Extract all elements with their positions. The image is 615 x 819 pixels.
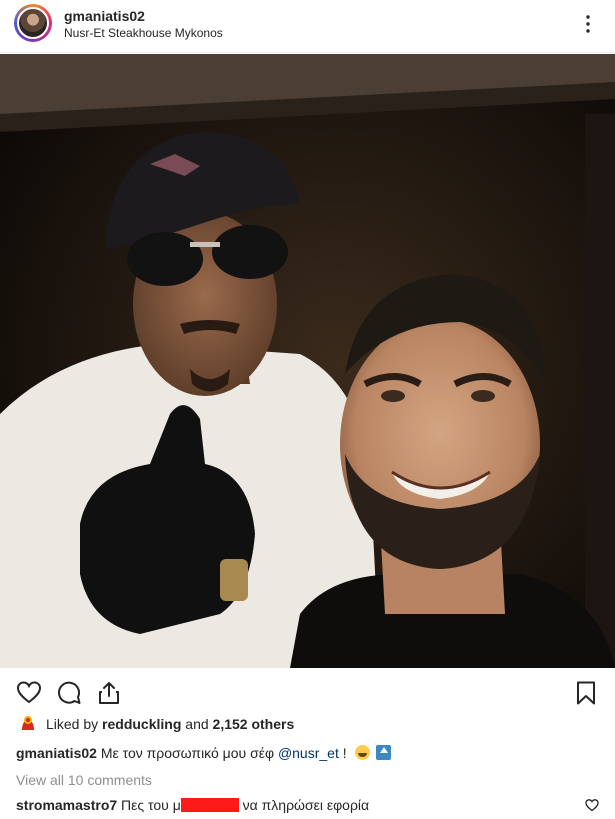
bookmark-icon[interactable] [573, 680, 599, 706]
caption-username[interactable]: gmaniatis02 [16, 745, 97, 761]
caption-mention[interactable]: @nusr_et [278, 745, 339, 761]
caption-suffix: ! [342, 745, 347, 761]
likes-connector: and [185, 716, 209, 732]
laughing-emoji-icon [354, 745, 370, 760]
comment-icon[interactable] [56, 680, 82, 706]
likes-prefix: Liked by [46, 716, 99, 732]
liker-avatar-icon[interactable] [20, 715, 36, 732]
post-location[interactable]: Nusr-Et Steakhouse Mykonos [64, 26, 223, 40]
likes-count[interactable]: 2,152 others [213, 716, 295, 732]
view-all-comments-link[interactable]: View all 10 comments [16, 772, 152, 788]
top-arrow-emoji-icon [376, 745, 392, 760]
comment-text-after: να πληρώσει εφορία [242, 797, 370, 813]
more-options-icon[interactable] [577, 13, 599, 35]
post-actions [0, 676, 615, 710]
avatar-image [17, 7, 49, 39]
comment-username[interactable]: stromamastro7 [16, 797, 117, 813]
post-header: gmaniatis02 Nusr-Et Steakhouse Mykonos [0, 0, 615, 53]
post-caption: gmaniatis02 Με τον προσωπικό μου σέφ @nu… [16, 745, 392, 761]
share-icon[interactable] [96, 680, 122, 706]
post-username[interactable]: gmaniatis02 [64, 8, 145, 24]
comment-like-heart-icon[interactable] [585, 798, 599, 812]
likes-text: Liked by redduckling and 2,152 others [46, 716, 294, 732]
liker-username[interactable]: redduckling [102, 716, 181, 732]
caption-text: Με τον προσωπικό μου σέφ [100, 745, 275, 761]
comment-text-before: Πες του μ [121, 797, 181, 813]
profile-avatar[interactable] [14, 4, 52, 42]
redaction-box [180, 798, 239, 812]
heart-icon[interactable] [16, 680, 42, 706]
comment-item: stromamastro7 Πες του μ να πληρώσει εφορ… [16, 797, 369, 813]
post-photo[interactable] [0, 54, 615, 668]
